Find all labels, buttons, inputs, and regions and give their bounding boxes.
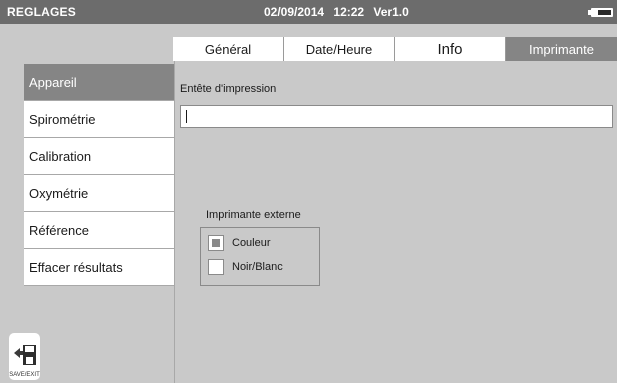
option-noir-blanc[interactable]: Noir/Blanc <box>208 258 283 275</box>
save-exit-icon <box>14 345 36 365</box>
sidebar-item-spirometrie[interactable]: Spirométrie <box>24 101 174 138</box>
option-couleur[interactable]: Couleur <box>208 234 271 251</box>
tab-info[interactable]: Info <box>395 37 506 61</box>
print-header-input[interactable] <box>180 105 613 128</box>
sidebar-divider <box>174 61 175 383</box>
title-bar: REGLAGES 02/09/2014 12:22 Ver1.0 <box>0 0 617 24</box>
external-printer-title: Imprimante externe <box>206 209 301 221</box>
date-time-version: 02/09/2014 12:22 Ver1.0 <box>264 5 409 19</box>
settings-tabs: Général Date/Heure Info Imprimante <box>173 37 617 61</box>
save-exit-button[interactable]: SAVE/EXIT <box>9 333 40 380</box>
sidebar-item-calibration[interactable]: Calibration <box>24 138 174 175</box>
battery-icon <box>588 8 613 17</box>
print-header-label: Entête d'impression <box>180 83 277 95</box>
noir-blanc-checkbox[interactable] <box>208 258 224 275</box>
tab-imprimante[interactable]: Imprimante <box>506 37 617 61</box>
sidebar-item-appareil[interactable]: Appareil <box>24 64 174 101</box>
tab-general[interactable]: Général <box>173 37 284 61</box>
couleur-checkbox[interactable] <box>208 234 224 251</box>
sidebar-item-reference[interactable]: Référence <box>24 212 174 249</box>
couleur-label: Couleur <box>232 236 271 249</box>
tab-date-heure[interactable]: Date/Heure <box>284 37 395 61</box>
sidebar: Appareil Spirométrie Calibration Oxymétr… <box>24 64 174 286</box>
external-printer-group: Couleur Noir/Blanc <box>200 227 320 286</box>
noir-blanc-label: Noir/Blanc <box>232 260 283 273</box>
sidebar-item-effacer-resultats[interactable]: Effacer résultats <box>24 249 174 286</box>
save-exit-label: SAVE/EXIT <box>9 372 40 378</box>
screen-title: REGLAGES <box>7 5 76 19</box>
sidebar-item-oxymetrie[interactable]: Oxymétrie <box>24 175 174 212</box>
text-caret <box>186 110 187 123</box>
